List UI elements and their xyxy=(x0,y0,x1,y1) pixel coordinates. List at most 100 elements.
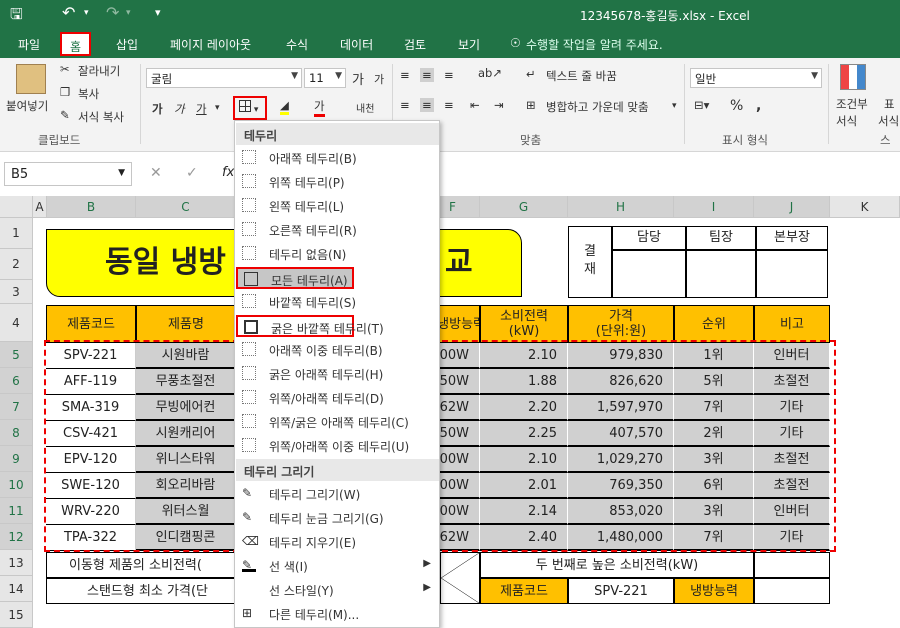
customize-qat[interactable]: ▾ xyxy=(155,6,161,19)
tab-formulas[interactable]: 수식 xyxy=(286,36,308,53)
align-center-icon[interactable]: ≡ xyxy=(420,98,434,112)
fill-color-icon[interactable]: ◢ xyxy=(280,98,289,115)
percent-button[interactable]: % xyxy=(730,98,743,114)
underline-button[interactable]: 가 xyxy=(196,101,207,117)
menu-item-top-double-bottom-border[interactable]: 위쪽/아래쪽 이중 테두리(U) xyxy=(236,435,439,457)
menu-item-top-border[interactable]: 위쪽 테두리(P) xyxy=(236,171,439,193)
row-header-9[interactable]: 9 xyxy=(0,446,33,472)
row-header-10[interactable]: 10 xyxy=(0,472,33,498)
redo-dropdown-icon[interactable]: ▾ xyxy=(126,8,131,18)
borders-button[interactable]: ▾ xyxy=(233,96,267,120)
indent-icon[interactable]: ⇥ xyxy=(494,98,504,112)
menu-item-erase-border[interactable]: ⌫ 테두리 지우기(E) xyxy=(236,531,439,553)
tab-page-layout[interactable]: 페이지 레이아웃 xyxy=(170,36,251,53)
shrink-font-button[interactable]: 가 xyxy=(374,71,384,87)
paste-icon[interactable] xyxy=(16,64,46,94)
menu-item-line-style[interactable]: 선 스타일(Y) ▶ xyxy=(236,579,439,601)
row-header-12[interactable]: 12 xyxy=(0,524,33,550)
phonetic-button[interactable]: 내천 xyxy=(356,100,374,115)
cancel-icon[interactable]: ✕ xyxy=(150,165,162,181)
font-color-button[interactable]: 가 xyxy=(314,98,325,117)
undo-icon[interactable]: ↶ xyxy=(62,3,75,22)
menu-item-top-bottom-border[interactable]: 위쪽/아래쪽 테두리(D) xyxy=(236,387,439,409)
copy-button[interactable]: 복사 xyxy=(78,86,99,102)
chevron-down-icon[interactable]: ▾ xyxy=(215,103,220,113)
number-format-combo[interactable]: 일반 ▼ xyxy=(690,68,822,88)
menu-item-draw-border[interactable]: ✎ 테두리 그리기(W) xyxy=(236,483,439,505)
tab-data[interactable]: 데이터 xyxy=(340,36,373,53)
row-header-2[interactable]: 2 xyxy=(0,249,33,280)
column-header-h[interactable]: H xyxy=(568,196,674,218)
save-icon[interactable]: 🖫 xyxy=(10,4,23,29)
menu-item-more-borders[interactable]: ⊞ 다른 테두리(M)... xyxy=(236,603,439,625)
italic-button[interactable]: 가 xyxy=(174,101,185,117)
wrap-text-button[interactable]: 텍스트 줄 바꿈 xyxy=(546,68,617,84)
undo-dropdown-icon[interactable]: ▾ xyxy=(84,8,89,18)
column-header-k[interactable]: K xyxy=(830,196,900,218)
menu-item-bottom-border[interactable]: 아래쪽 테두리(B) xyxy=(236,147,439,169)
menu-item-no-border[interactable]: 테두리 없음(N) xyxy=(236,243,439,265)
cut-icon[interactable]: ✂ xyxy=(60,62,70,76)
menu-item-outside-borders[interactable]: 바깥쪽 테두리(S) xyxy=(236,291,439,313)
row-header-11[interactable]: 11 xyxy=(0,498,33,524)
row-header-4[interactable]: 4 xyxy=(0,304,33,342)
copy-icon[interactable]: ❐ xyxy=(60,85,70,99)
tell-me-box[interactable]: 수행할 작업을 알려 주세요. xyxy=(526,36,663,53)
row-header-3[interactable]: 3 xyxy=(0,280,33,304)
menu-item-top-thick-bottom-border[interactable]: 위쪽/굵은 아래쪽 테두리(C) xyxy=(236,411,439,433)
tab-view[interactable]: 보기 xyxy=(458,36,480,53)
cut-button[interactable]: 잘라내기 xyxy=(78,63,120,79)
merge-icon[interactable]: ⊞ xyxy=(526,98,536,112)
align-bottom-icon[interactable]: ≡ xyxy=(444,68,454,82)
menu-item-bottom-double-border[interactable]: 아래쪽 이중 테두리(B) xyxy=(236,339,439,361)
grow-font-button[interactable]: 가 xyxy=(352,69,364,88)
column-header-b[interactable]: B xyxy=(47,196,136,218)
bold-button[interactable]: 가 xyxy=(152,101,163,117)
menu-item-right-border[interactable]: 오른쪽 테두리(R) xyxy=(236,219,439,241)
align-top-icon[interactable]: ≡ xyxy=(400,68,410,82)
menu-item-all-borders[interactable]: 모든 테두리(A) xyxy=(236,267,354,289)
font-name-combo[interactable]: 굴림 ▼ xyxy=(146,68,302,88)
chevron-down-icon[interactable]: ▾ xyxy=(672,101,677,111)
tab-insert[interactable]: 삽입 xyxy=(116,36,138,53)
menu-item-left-border[interactable]: 왼쪽 테두리(L) xyxy=(236,195,439,217)
row-header-7[interactable]: 7 xyxy=(0,394,33,420)
tab-review[interactable]: 검토 xyxy=(404,36,426,53)
column-header-g[interactable]: G xyxy=(480,196,568,218)
insert-function-icon[interactable]: fx xyxy=(222,165,234,180)
align-right-icon[interactable]: ≡ xyxy=(444,98,454,112)
enter-icon[interactable]: ✓ xyxy=(186,165,198,181)
row-header-13[interactable]: 13 xyxy=(0,550,33,576)
outdent-icon[interactable]: ⇤ xyxy=(470,98,480,112)
column-header-j[interactable]: J xyxy=(754,196,830,218)
column-header-c[interactable]: C xyxy=(136,196,236,218)
row-header-1[interactable]: 1 xyxy=(0,218,33,249)
row-header-6[interactable]: 6 xyxy=(0,368,33,394)
row-header-8[interactable]: 8 xyxy=(0,420,33,446)
menu-item-thick-outside-borders[interactable]: 굵은 바깥쪽 테두리(T) xyxy=(236,315,384,337)
paste-button[interactable]: 붙여넣기 xyxy=(6,98,48,114)
wrap-text-icon[interactable]: ↵ xyxy=(526,67,536,81)
conditional-format-icon[interactable] xyxy=(840,64,866,90)
tab-home[interactable]: 홈 xyxy=(60,32,92,56)
format-painter-button[interactable]: 서식 복사 xyxy=(78,109,124,125)
format-as-table-button[interactable]: 표 xyxy=(884,96,895,112)
menu-item-thick-bottom-border[interactable]: 굵은 아래쪽 테두리(H) xyxy=(236,363,439,385)
accounting-icon[interactable]: ⊟▾ xyxy=(694,98,709,112)
row-header-14[interactable]: 14 xyxy=(0,576,33,602)
merge-center-button[interactable]: 병합하고 가운데 맞춤 xyxy=(546,99,649,115)
menu-item-line-color[interactable]: ✎ 선 색(I) ▶ xyxy=(236,555,439,577)
select-all[interactable] xyxy=(0,196,33,218)
orientation-icon[interactable]: ab↗ xyxy=(478,66,502,80)
tab-file[interactable]: 파일 xyxy=(18,36,40,53)
menu-item-draw-border-grid[interactable]: ✎ 테두리 눈금 그리기(G) xyxy=(236,507,439,529)
align-middle-icon[interactable]: ≡ xyxy=(420,68,434,82)
column-header-i[interactable]: I xyxy=(674,196,754,218)
row-header-5[interactable]: 5 xyxy=(0,342,33,368)
font-size-combo[interactable]: 11 ▼ xyxy=(304,68,346,88)
redo-icon[interactable]: ↷ xyxy=(106,3,119,22)
conditional-format-button[interactable]: 조건부 xyxy=(836,96,868,112)
align-left-icon[interactable]: ≡ xyxy=(400,98,410,112)
format-painter-icon[interactable]: ✎ xyxy=(60,108,70,122)
comma-button[interactable]: , xyxy=(756,98,761,114)
